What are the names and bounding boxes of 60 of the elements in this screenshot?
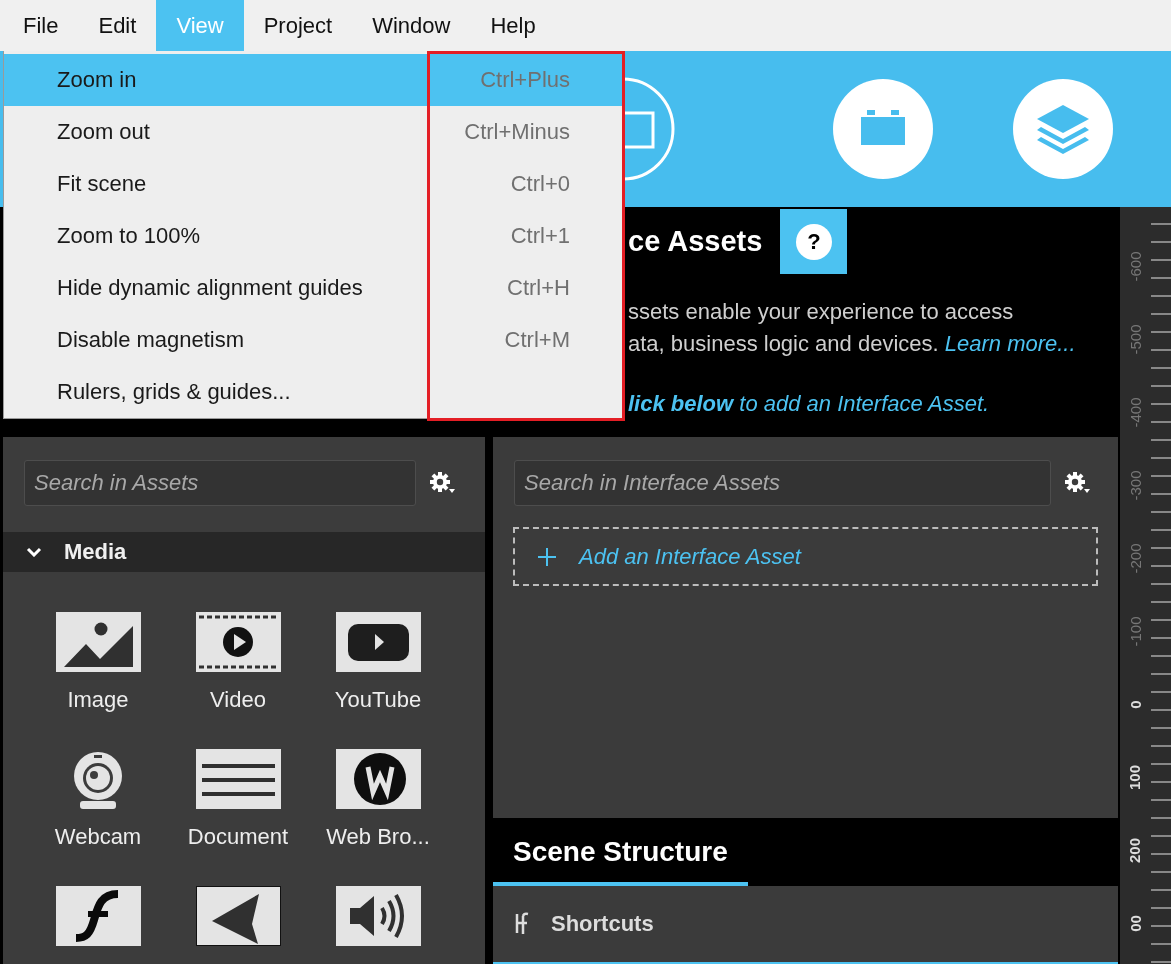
asset-label: YouTube bbox=[334, 687, 422, 713]
settings-icon[interactable] bbox=[1064, 471, 1092, 495]
ruler-label: -300 bbox=[1126, 470, 1144, 501]
asset-label: Document bbox=[187, 824, 289, 850]
panel-title: ce Assets bbox=[628, 224, 764, 259]
video-icon[interactable] bbox=[195, 612, 281, 672]
add-interface-asset-button[interactable]: Add an Interface Asset bbox=[513, 527, 1098, 586]
ruler-label: -600 bbox=[1126, 251, 1144, 282]
menu-item[interactable]: Help bbox=[470, 0, 556, 51]
search-field[interactable]: Search in Interface Assets bbox=[514, 460, 1051, 506]
play-button-icon[interactable] bbox=[335, 612, 421, 672]
search-field[interactable]: Search in Assets bbox=[24, 460, 416, 506]
shortcut-text: Ctrl+1 bbox=[510, 223, 570, 249]
ruler-label: 200 bbox=[1126, 838, 1144, 863]
section-header[interactable]: Media bbox=[3, 532, 485, 572]
image-icon[interactable] bbox=[55, 612, 141, 672]
section-title: Shortcuts bbox=[551, 911, 654, 937]
menu-option[interactable]: Disable magnetism bbox=[4, 314, 427, 366]
menu-option[interactable]: Rulers, grids & guides... bbox=[4, 366, 427, 418]
asset-label: Webcam bbox=[54, 824, 142, 850]
web-browser-icon[interactable] bbox=[335, 749, 421, 809]
asset-label: Video bbox=[210, 687, 266, 713]
ruler-label: 0 bbox=[1126, 700, 1144, 709]
learn-more-link[interactable]: Learn more... bbox=[944, 331, 1076, 356]
ruler-label: -400 bbox=[1126, 397, 1144, 428]
asset-label: Web Bro... bbox=[326, 824, 430, 850]
menu-option[interactable]: Hide dynamic alignment guides bbox=[4, 262, 427, 314]
section-title: Media bbox=[64, 539, 127, 565]
triangle-icon[interactable] bbox=[195, 886, 281, 946]
menu-item[interactable]: Project bbox=[243, 0, 353, 51]
help-button[interactable]: ? bbox=[780, 209, 848, 274]
info-text: ata, business logic and devices. Learn more... bbox=[628, 330, 1077, 358]
ruler-label: 00 bbox=[1126, 915, 1144, 932]
menu-option[interactable]: Zoom to 100% bbox=[4, 210, 427, 262]
shortcut-icon bbox=[515, 911, 529, 937]
speaker-icon[interactable] bbox=[335, 886, 421, 946]
settings-icon[interactable] bbox=[429, 471, 457, 495]
plus-icon bbox=[537, 546, 557, 567]
asset-label: Image bbox=[67, 687, 129, 713]
ruler-label: 100 bbox=[1126, 765, 1144, 790]
shortcut-text: Ctrl+H bbox=[507, 275, 570, 301]
ruler-label: -200 bbox=[1126, 543, 1144, 574]
help-icon[interactable]: ? bbox=[795, 223, 832, 260]
info-text: ssets enable your experience to access bbox=[628, 298, 1015, 326]
menu-option[interactable]: Zoom in bbox=[4, 54, 427, 106]
shortcut-text: Ctrl+Minus bbox=[464, 119, 570, 145]
document-icon[interactable] bbox=[195, 749, 281, 809]
chevron-icon bbox=[26, 547, 42, 557]
shortcut-text: Ctrl+0 bbox=[510, 171, 570, 197]
shortcut-text: Ctrl+Plus bbox=[480, 67, 570, 93]
shortcut-text: Ctrl+M bbox=[504, 327, 570, 353]
info-hint: lick below to add an Interface Asset. bbox=[628, 390, 991, 418]
menu-option[interactable]: Fit scene bbox=[4, 158, 427, 210]
ruler-label: -500 bbox=[1126, 324, 1144, 355]
ruler-label: -100 bbox=[1126, 616, 1144, 647]
menu-option[interactable]: Zoom out bbox=[4, 106, 427, 158]
menu-item[interactable]: Window bbox=[352, 0, 471, 51]
flash-icon[interactable] bbox=[55, 886, 141, 946]
menu-item[interactable]: Edit bbox=[78, 0, 157, 51]
menu-item[interactable]: File bbox=[3, 0, 79, 51]
